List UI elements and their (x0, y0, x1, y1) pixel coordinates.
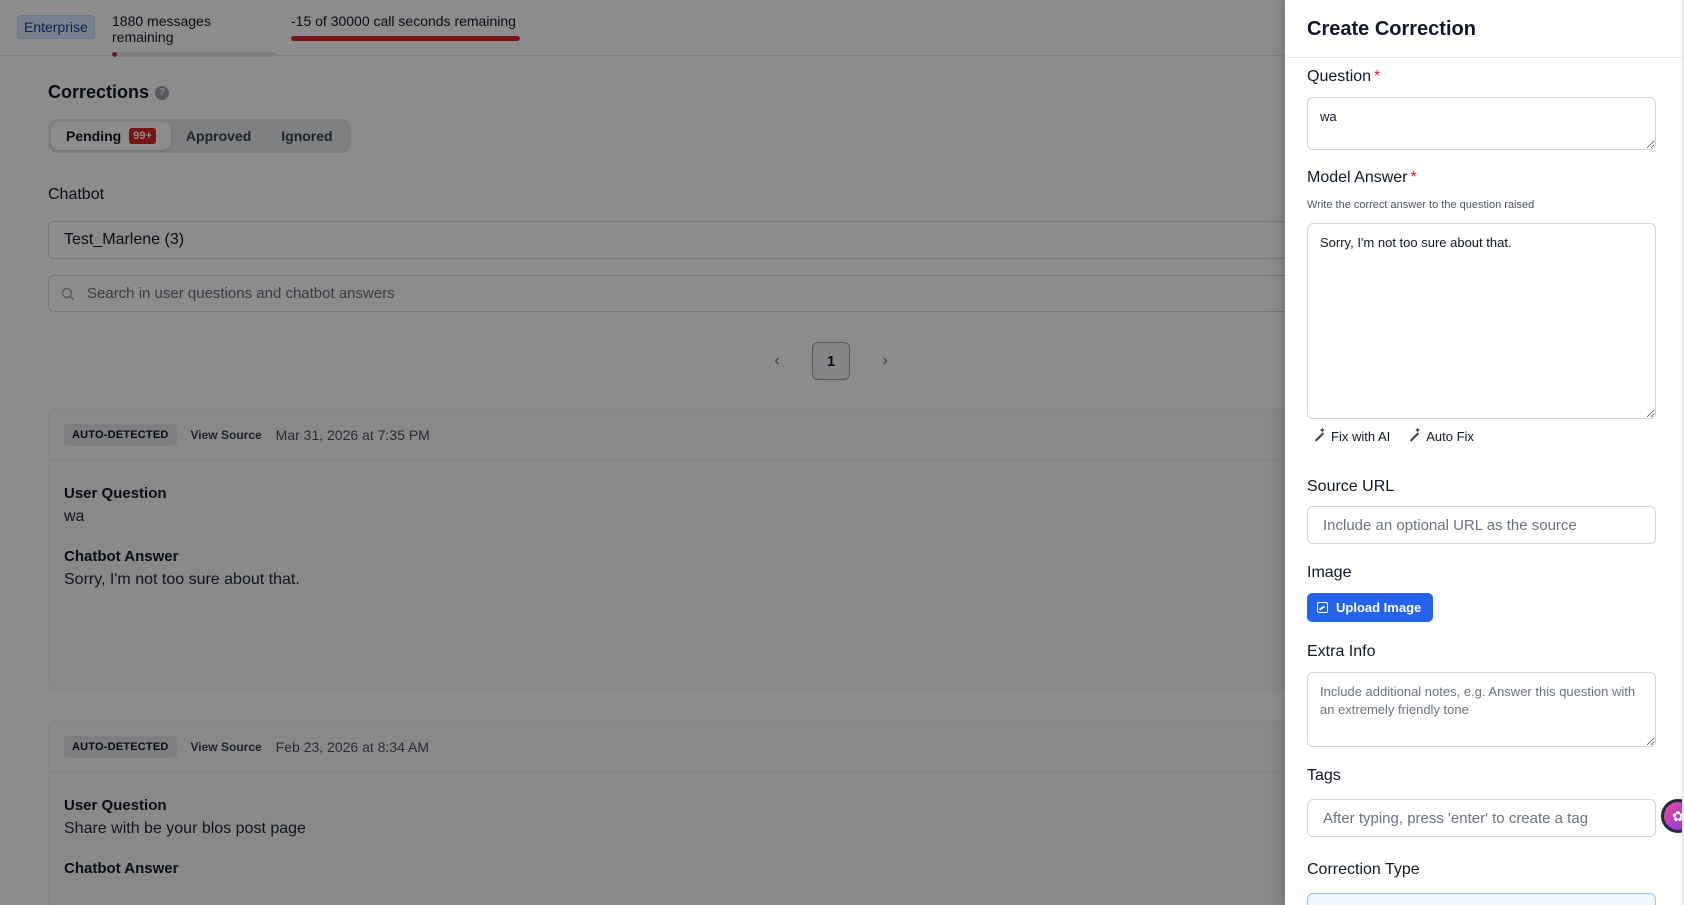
auto-fix-button[interactable]: Auto Fix (1408, 426, 1474, 445)
question-label-text: Question (1307, 68, 1372, 85)
model-answer-label-text: Model Answer (1307, 169, 1408, 186)
modal-backdrop[interactable] (0, 0, 1285, 905)
tags-label: Tags (1307, 767, 1341, 784)
tags-input[interactable] (1307, 799, 1656, 837)
upload-image-button[interactable]: Upload Image (1307, 593, 1434, 622)
model-answer-textarea[interactable] (1307, 223, 1656, 419)
image-icon (1317, 602, 1328, 613)
source-url-input[interactable] (1307, 506, 1656, 544)
magic-wand-icon (1313, 426, 1326, 443)
image-label: Image (1307, 564, 1352, 581)
create-correction-drawer: Create Correction Question* Model Answer… (1285, 0, 1684, 905)
required-mark: * (1374, 68, 1381, 85)
extra-info-textarea[interactable] (1307, 672, 1656, 747)
question-textarea[interactable] (1307, 97, 1656, 150)
auto-fix-label: Auto Fix (1426, 429, 1474, 444)
fix-with-ai-label: Fix with AI (1331, 429, 1391, 444)
model-answer-label: Model Answer * (1307, 169, 1417, 187)
required-mark: * (1410, 169, 1417, 186)
ai-actions: Fix with AI Auto Fix (1313, 426, 1474, 445)
magic-wand-icon (1408, 426, 1421, 443)
correction-type-label: Correction Type (1307, 861, 1420, 878)
upload-image-label: Upload Image (1336, 600, 1422, 615)
model-answer-help: Write the correct answer to the question… (1307, 199, 1535, 211)
correction-type-select[interactable] (1307, 893, 1656, 905)
drawer-title: Create Correction (1285, 0, 1684, 58)
fix-with-ai-button[interactable]: Fix with AI (1313, 426, 1391, 445)
question-label: Question * (1307, 68, 1380, 86)
extra-info-label: Extra Info (1307, 643, 1376, 660)
source-url-label: Source URL (1307, 478, 1395, 495)
